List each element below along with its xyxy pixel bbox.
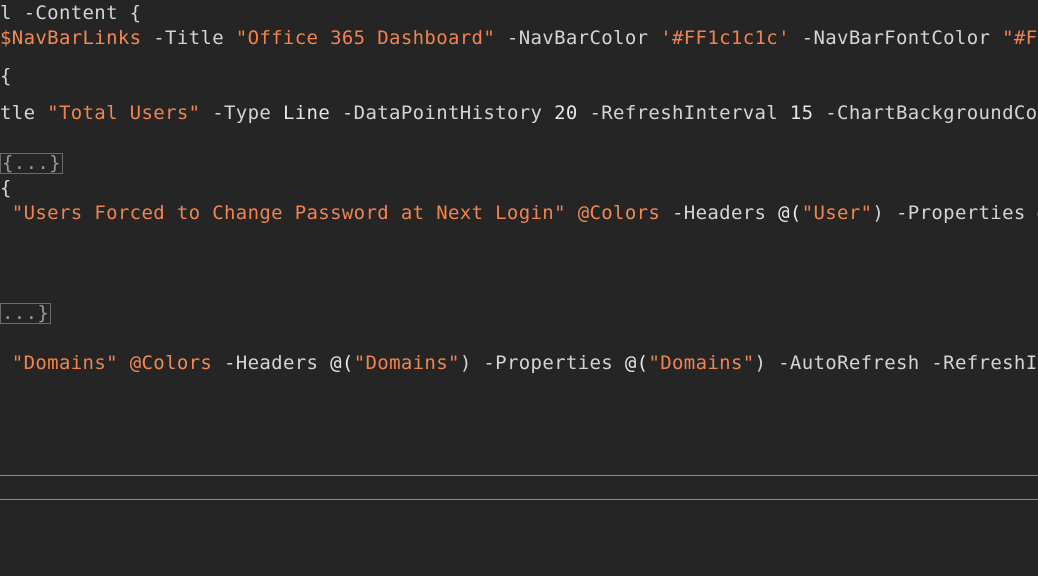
string-token: "Office 365 Dashboard" (235, 27, 496, 49)
parameter-token: -NavBarColor (495, 27, 661, 49)
code-line-6: { (0, 176, 1038, 201)
fold-collapsed-block[interactable]: ...} (0, 303, 52, 324)
code-text: { (0, 65, 12, 87)
variable-token: $NavBarLinks (0, 27, 142, 49)
parameter-token: tle (0, 102, 48, 124)
code-line-5: {...} (0, 151, 1038, 176)
code-line-7: "Users Forced to Change Password at Next… (0, 201, 1038, 226)
panel-band (0, 476, 1038, 499)
string-token: '#FF1c1c1c' (660, 27, 790, 49)
parameter-token: -Headers (660, 202, 779, 224)
string-token: "Domains" (648, 352, 755, 374)
code-text: { (0, 177, 12, 199)
code-line-9: "Domains" @Colors -Headers @("Domains") … (0, 351, 1038, 376)
fold-collapsed-block[interactable]: {...} (0, 153, 63, 174)
code-line-1: l -Content { (0, 1, 1038, 26)
variable-token: @Colors (129, 352, 213, 374)
string-token: "Domains" (353, 352, 460, 374)
string-token: "Domains" (11, 352, 118, 374)
parameter-token: ) -Properties (872, 202, 1038, 224)
parameter-token: -ChartBackgroundColor (825, 102, 1038, 124)
code-line-2: $NavBarLinks -Title "Office 365 Dashboar… (0, 26, 1038, 51)
string-token: "#FF55 (1002, 27, 1038, 49)
parameter-token: -Title (141, 27, 236, 49)
code-editor[interactable]: l -Content { $NavBarLinks -Title "Office… (0, 0, 1038, 576)
parameter-token: -Headers (212, 352, 331, 374)
variable-token: @Colors (577, 202, 661, 224)
string-token: "Total Users" (47, 102, 201, 124)
string-token: "User" (801, 202, 873, 224)
number-token: 20 (554, 102, 578, 124)
punctuation-token: @( (624, 352, 649, 374)
code-line-3: { (0, 64, 1038, 89)
parameter-token: -NavBarFontColor (789, 27, 1003, 49)
parameter-token: ) -Properties (459, 352, 625, 374)
number-token: 15 (789, 102, 814, 124)
parameter-token: -RefreshInterval (577, 102, 790, 124)
parameter-token: -Type (200, 102, 283, 124)
parameter-token: -DataPointHistory (330, 102, 555, 124)
punctuation-token: @( (330, 352, 354, 374)
code-line-4: tle "Total Users" -Type Line -DataPointH… (0, 101, 1038, 126)
parameter-token: ) -AutoRefresh -RefreshInte (754, 352, 1038, 374)
code-line-8: ...} (0, 301, 1038, 326)
punctuation-token: @( (778, 202, 802, 224)
string-token: "Users Forced to Change Password at Next… (11, 202, 566, 224)
identifier-token: Line (282, 102, 331, 124)
panel-divider-bottom[interactable] (0, 499, 1038, 500)
code-text: l -Content { (0, 2, 142, 24)
